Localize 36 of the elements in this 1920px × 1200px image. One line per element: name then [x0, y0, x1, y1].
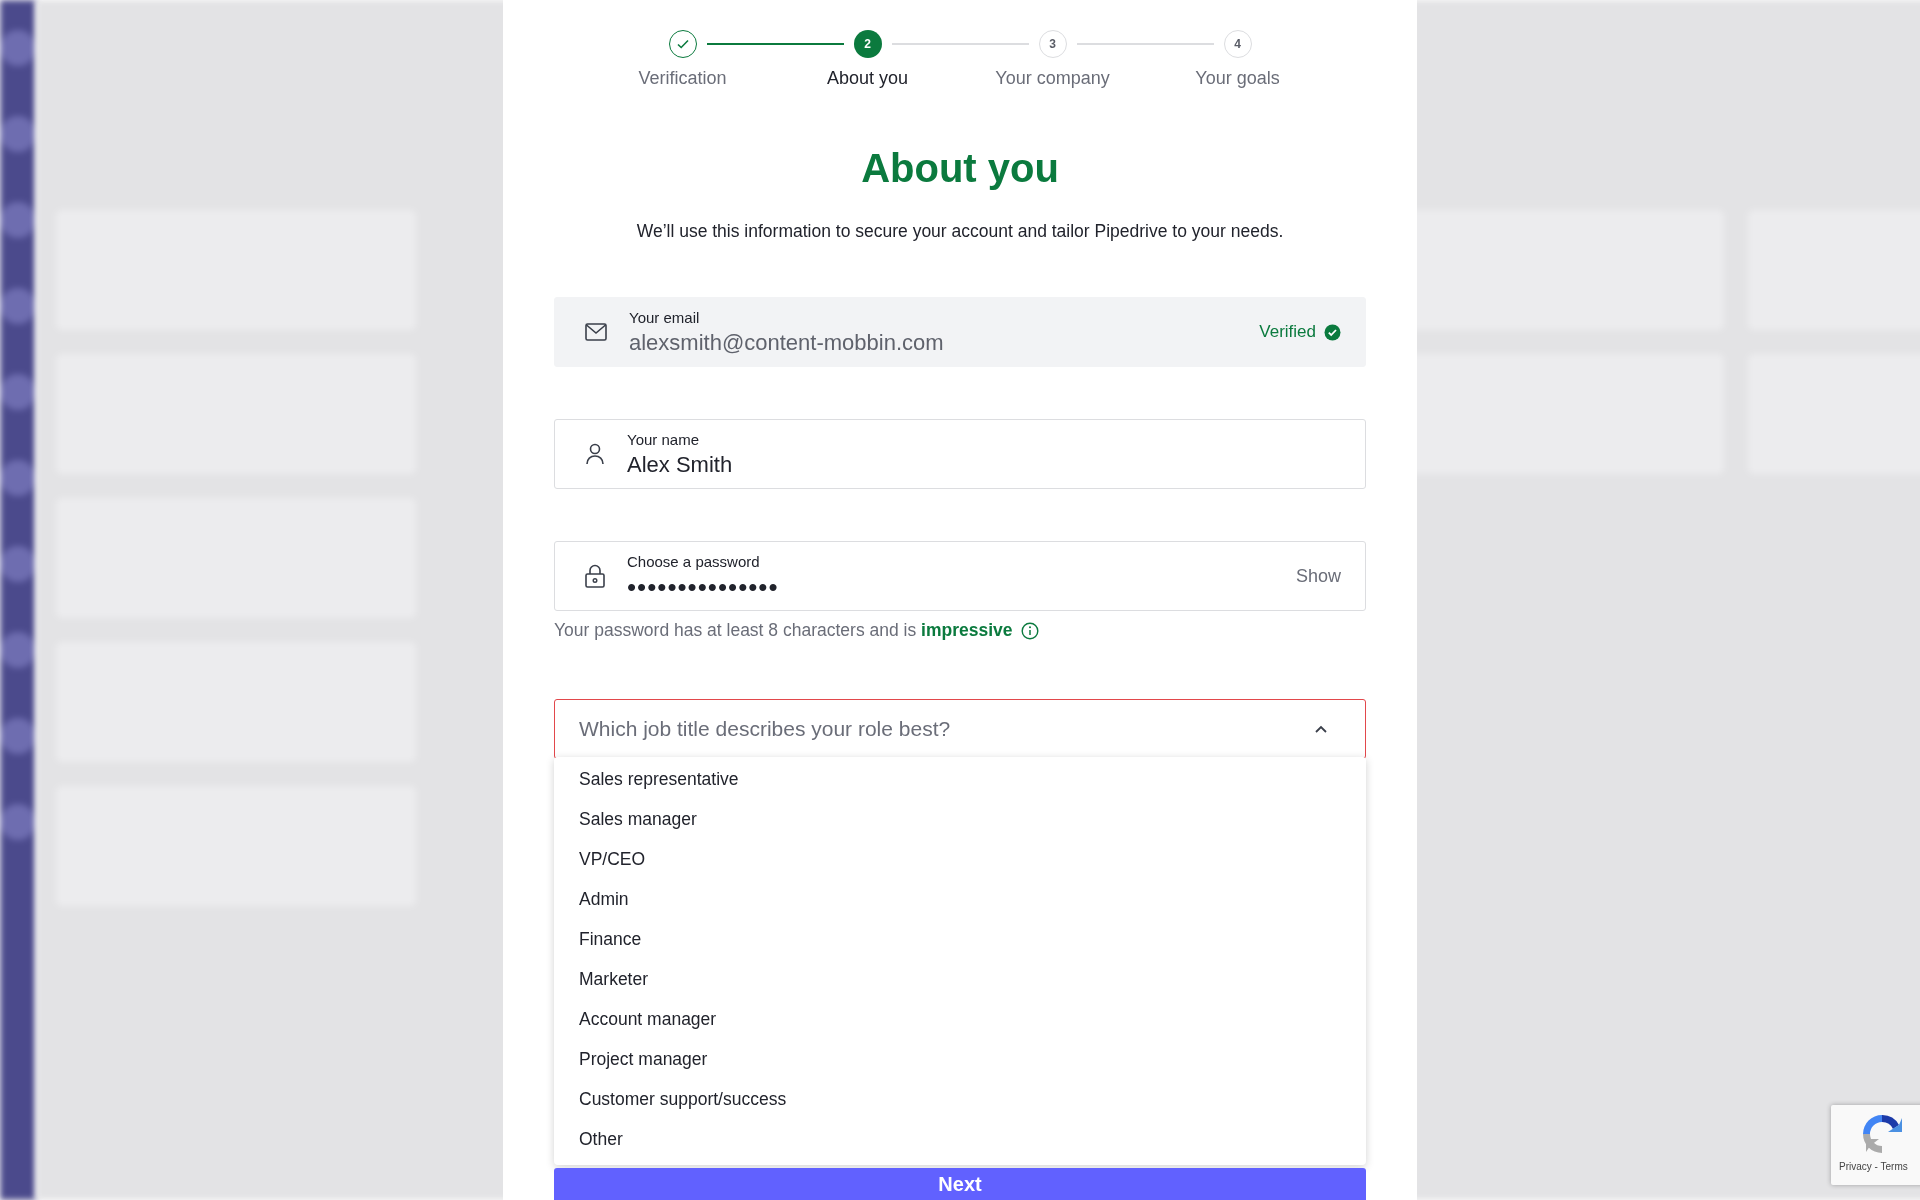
- verified-status: Verified: [1259, 322, 1316, 342]
- menu-option[interactable]: Other: [554, 1119, 1366, 1159]
- field-label: Choose a password: [627, 552, 761, 570]
- envelope-icon: [585, 323, 607, 341]
- menu-option[interactable]: Project manager: [554, 1039, 1366, 1079]
- subtitle: We’ll use this information to secure your account and tailor Pipedrive to your needs.: [636, 221, 1284, 242]
- menu-option[interactable]: Account manager: [554, 999, 1366, 1039]
- menu-option[interactable]: VP/CEO: [554, 839, 1366, 879]
- menu-option[interactable]: Admin: [554, 879, 1366, 919]
- menu-option[interactable]: Customer support/success: [554, 1079, 1366, 1119]
- step-label: Your company: [995, 68, 1110, 89]
- menu-option[interactable]: Finance: [554, 919, 1366, 959]
- name-field[interactable]: Your name Alex Smith: [554, 419, 1366, 489]
- step-label: Verification: [638, 68, 727, 89]
- menu-option[interactable]: Marketer: [554, 959, 1366, 999]
- show-password-button[interactable]: Show: [1295, 565, 1341, 587]
- field-label: Your name: [627, 430, 700, 448]
- step-number: 2: [853, 30, 882, 58]
- field-value: alexsmith@content-mobbin.com: [629, 329, 945, 356]
- field-value: •••••••••••••••: [627, 573, 780, 600]
- menu-option[interactable]: Sales manager: [554, 799, 1366, 839]
- caret-icon: [1315, 725, 1327, 733]
- password-hint: Your password has at least 8 characters and is impressive: [554, 620, 1013, 641]
- person-icon: [585, 443, 605, 465]
- field-label: Your email: [629, 308, 701, 326]
- step-label: Your goals: [1195, 68, 1280, 89]
- menu-option[interactable]: Sales representative: [554, 759, 1366, 799]
- field-value: Alex Smith: [627, 451, 734, 478]
- privacy-terms-links[interactable]: Privacy - Terms: [1839, 1161, 1908, 1172]
- next-button[interactable]: Next: [554, 1168, 1366, 1200]
- check-circle-icon: [1324, 323, 1341, 341]
- password-field[interactable]: Choose a password ••••••••••••••• Show: [554, 541, 1366, 611]
- page-title: About you: [861, 146, 1059, 191]
- lock-icon: [585, 564, 605, 588]
- step-label: About you: [826, 68, 909, 89]
- info-icon: [1020, 621, 1039, 640]
